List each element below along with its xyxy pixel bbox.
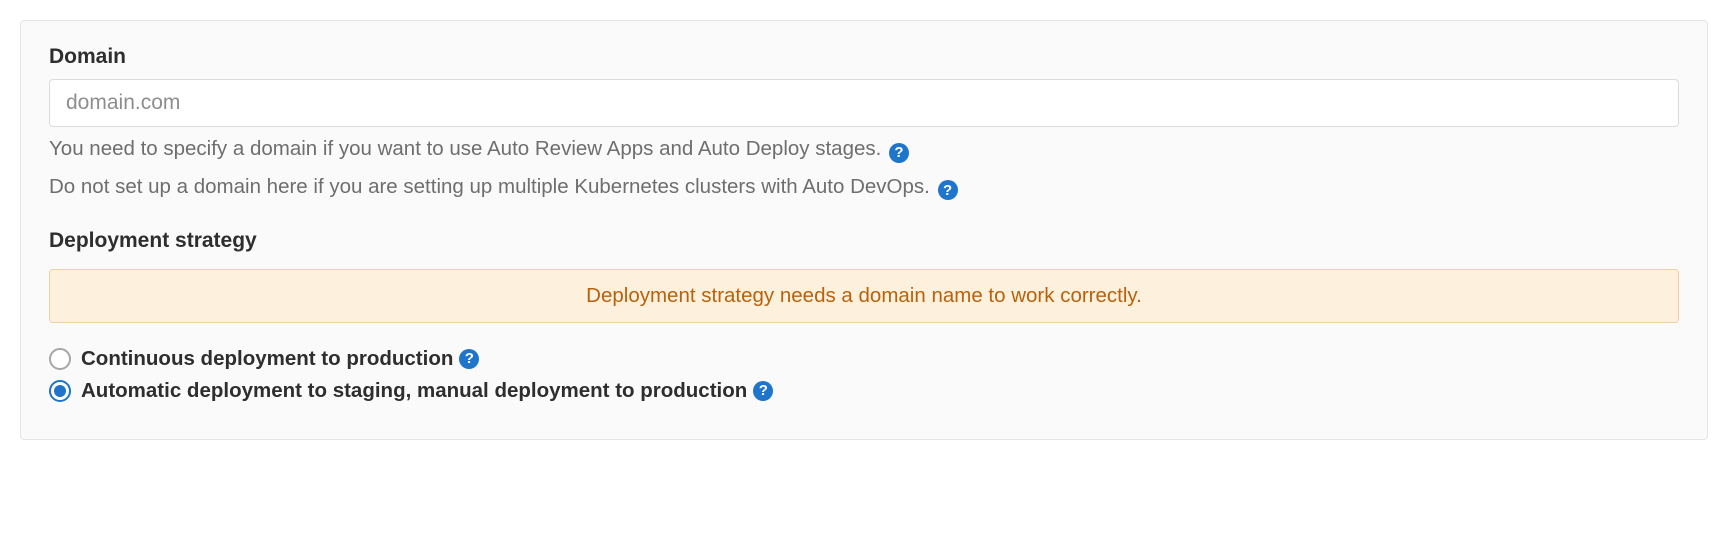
strategy-warning-alert: Deployment strategy needs a domain name … xyxy=(49,269,1679,323)
domain-input[interactable] xyxy=(49,79,1679,127)
radio-input-continuous[interactable] xyxy=(49,348,71,370)
help-icon[interactable]: ? xyxy=(889,143,909,163)
radio-label-automatic-staging: Automatic deployment to staging, manual … xyxy=(81,379,747,403)
domain-help-1-text: You need to specify a domain if you want… xyxy=(49,137,881,160)
help-icon[interactable]: ? xyxy=(459,349,479,369)
settings-panel: Domain You need to specify a domain if y… xyxy=(20,20,1708,440)
domain-help-2-text: Do not set up a domain here if you are s… xyxy=(49,175,930,198)
help-icon[interactable]: ? xyxy=(753,381,773,401)
domain-label: Domain xyxy=(49,45,1679,69)
radio-option-continuous[interactable]: Continuous deployment to production ? xyxy=(49,347,1679,371)
radio-label-continuous: Continuous deployment to production xyxy=(81,347,453,371)
radio-input-automatic-staging[interactable] xyxy=(49,380,71,402)
deployment-strategy-label: Deployment strategy xyxy=(49,229,1679,253)
deployment-strategy-section: Deployment strategy Deployment strategy … xyxy=(49,229,1679,403)
radio-option-automatic-staging[interactable]: Automatic deployment to staging, manual … xyxy=(49,379,1679,403)
domain-help-2-line: Do not set up a domain here if you are s… xyxy=(49,171,1679,203)
domain-help-1-line: You need to specify a domain if you want… xyxy=(49,133,1679,165)
help-icon[interactable]: ? xyxy=(938,180,958,200)
